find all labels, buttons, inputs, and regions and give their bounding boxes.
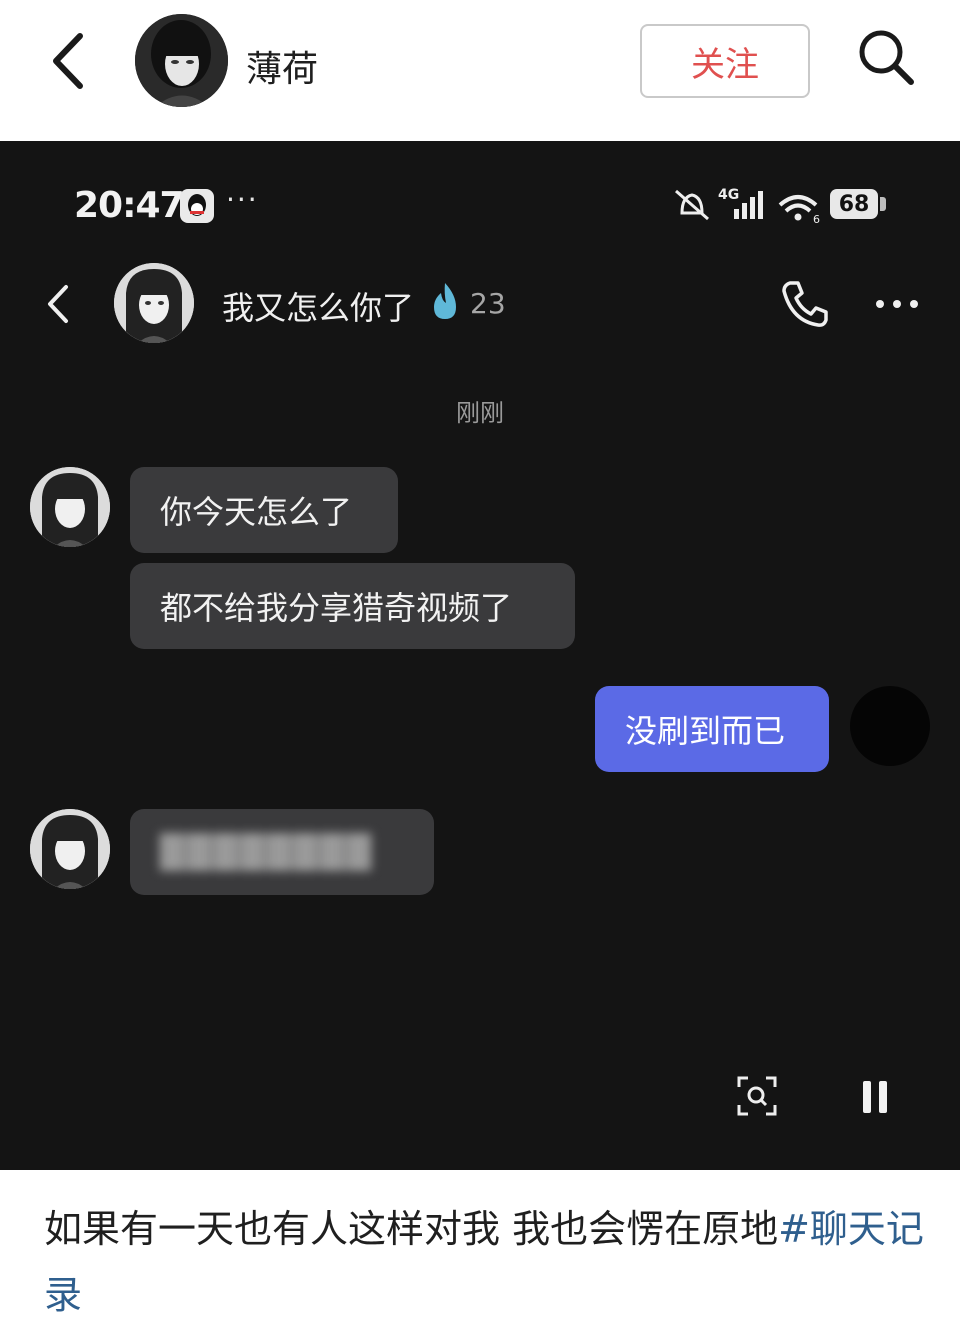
message-bubble-outgoing[interactable]: 没刷到而已 [595, 686, 829, 772]
status-time: 20:47 [74, 185, 185, 226]
more-button[interactable] [868, 279, 928, 329]
sender-avatar[interactable] [30, 467, 110, 547]
message-text-blurred: ████████ [160, 833, 373, 871]
message-bubble-incoming-blurred[interactable]: ████████ [130, 809, 434, 895]
message-bubble-incoming[interactable]: 你今天怎么了 [130, 467, 398, 553]
battery-tip [880, 197, 886, 211]
battery-icon: 68 [830, 189, 878, 219]
my-avatar[interactable] [850, 686, 930, 766]
post-caption: 如果有一天也有人这样对我 我也会愣在原地#聊天记录 [44, 1196, 924, 1328]
message-timestamp: 刚刚 [456, 399, 504, 427]
message-bubble-incoming[interactable]: 都不给我分享猎奇视频了 [130, 563, 575, 649]
back-icon [48, 285, 68, 323]
qq-icon [180, 189, 214, 223]
scan-icon [737, 1076, 777, 1116]
back-button[interactable] [44, 30, 94, 92]
search-icon [859, 30, 914, 85]
author-avatar[interactable] [135, 14, 228, 107]
chat-back-button[interactable] [40, 281, 76, 327]
more-icon [876, 300, 918, 308]
fire-icon [434, 283, 456, 319]
scan-button[interactable] [736, 1075, 778, 1117]
sender-avatar[interactable] [30, 809, 110, 889]
wifi-icon: 6 [778, 195, 820, 225]
contact-avatar[interactable] [114, 263, 194, 343]
phone-icon [782, 281, 828, 327]
signal-icon: 4G [718, 187, 763, 219]
mute-icon [675, 189, 709, 221]
follow-button[interactable]: 关注 [640, 24, 810, 98]
streak-count: 23 [470, 287, 506, 320]
pause-button[interactable] [860, 1077, 890, 1117]
chat-screenshot-image[interactable]: 20:47 ··· 4G 6 68 我又怎么你了 23 刚刚 你今天怎么了 都不… [0, 141, 960, 1170]
message-text: 没刷到而已 [625, 712, 786, 750]
svg-text:4G: 4G [718, 187, 739, 203]
author-name[interactable]: 薄荷 [246, 40, 318, 92]
post-header: 薄荷 关注 [0, 0, 960, 141]
caption-text: 如果有一天也有人这样对我 我也会愣在原地 [44, 1207, 779, 1251]
call-button[interactable] [778, 277, 832, 331]
message-text: 都不给我分享猎奇视频了 [160, 589, 513, 627]
search-button[interactable] [855, 26, 917, 88]
svg-text:6: 6 [813, 213, 820, 225]
message-text: 你今天怎么了 [160, 493, 353, 531]
contact-name: 我又怎么你了 [222, 289, 415, 327]
pause-icon [863, 1081, 887, 1113]
back-icon [53, 33, 83, 89]
status-more-dots: ··· [226, 183, 259, 216]
